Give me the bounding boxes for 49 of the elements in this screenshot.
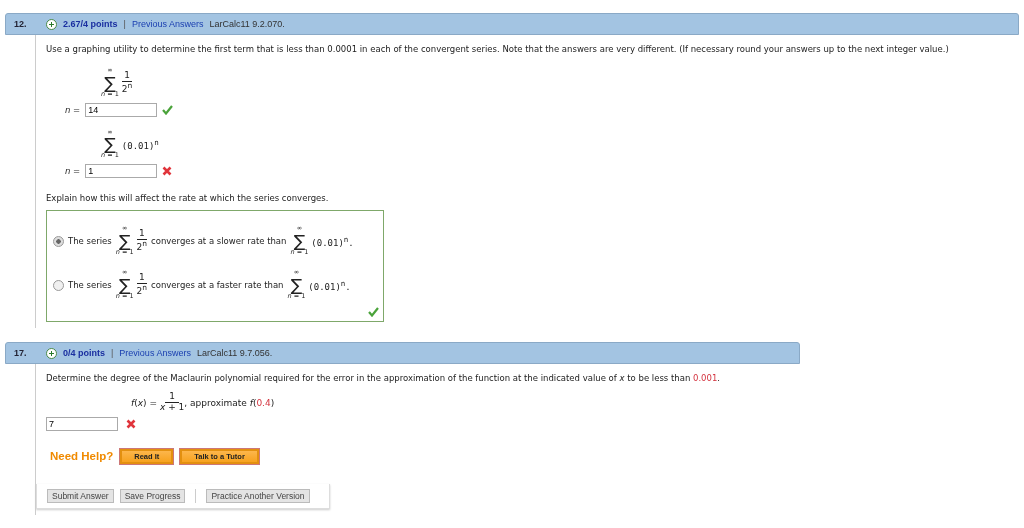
question-text: Use a graphing utility to determine the first term that is less than 0.0001 in each of the convergent series. Note that the answers are very different. (If necessary round your answers up to the next integer value.): [46, 43, 950, 55]
numerator: 1: [165, 392, 179, 404]
denominator: 2$^{n}$: [136, 240, 148, 254]
option-text: The series: [68, 236, 112, 247]
points: 2.67/4 points: [63, 19, 118, 29]
sigma-symbol: ∑: [118, 233, 131, 250]
source: LarCalc11 9.2.070.: [209, 19, 285, 29]
answer-field[interactable]: 14: [85, 102, 158, 117]
denominator: 2$^{n}$: [136, 284, 148, 298]
question-text: Determine the degree of the Maclaurin polynomial required for the error in the approximation of the function at the indicated value of x to be less than 0.001.: [46, 372, 722, 385]
denominator: x + 1: [159, 403, 185, 413]
sigma-symbol: ∑: [104, 136, 116, 153]
sigma-symbol: ∑: [118, 277, 131, 294]
sigma-symbol: ∑: [293, 233, 306, 250]
plus-icon[interactable]: [46, 347, 57, 359]
action-button[interactable]: Save Progress: [119, 488, 186, 503]
series-term: (0.01)$^{n}$.: [311, 234, 354, 248]
radio-button[interactable]: [53, 279, 64, 291]
answer-label: n =: [65, 104, 81, 115]
function-text: , approximate f(0.4): [184, 397, 275, 408]
numerator: 1: [122, 70, 132, 82]
radio-button[interactable]: [53, 235, 64, 247]
question-number: 12.: [14, 19, 28, 29]
numerator: 1: [136, 273, 147, 285]
points: 0/4 points: [63, 348, 105, 359]
answer-field[interactable]: 7: [46, 416, 118, 431]
question-number: 17.: [14, 348, 28, 359]
numerator: 1: [136, 229, 147, 241]
sigma-symbol: ∑: [290, 277, 303, 294]
separator: |: [111, 348, 114, 359]
source: LarCalc11 9.7.056.: [196, 348, 273, 359]
option-text: The series: [68, 280, 112, 291]
help-label: Need Help?: [50, 450, 114, 463]
answer-field[interactable]: 1: [85, 164, 158, 179]
question-text: Explain how this will affect the rate at which the series converges.: [46, 192, 330, 205]
series-term: (0.01)$^{n}$.: [308, 278, 351, 292]
action-button[interactable]: Submit Answer: [47, 488, 114, 503]
denominator: 2$^{n}$: [121, 81, 133, 95]
action-button[interactable]: Practice Another Version: [206, 488, 310, 503]
answer-label: n =: [65, 166, 81, 177]
previous-answers-link[interactable]: Previous Answers: [131, 19, 204, 29]
previous-answers-link[interactable]: Previous Answers: [119, 348, 191, 359]
plus-icon[interactable]: [46, 18, 57, 30]
function-lhs: f(x) =: [131, 397, 157, 408]
separator: |: [123, 19, 126, 29]
series-term: (0.01)$^{n}$: [121, 137, 159, 151]
sigma-symbol: ∑: [104, 74, 116, 91]
option-text: converges at a faster rate than: [151, 280, 284, 291]
option-text: converges at a slower rate than: [151, 236, 287, 247]
